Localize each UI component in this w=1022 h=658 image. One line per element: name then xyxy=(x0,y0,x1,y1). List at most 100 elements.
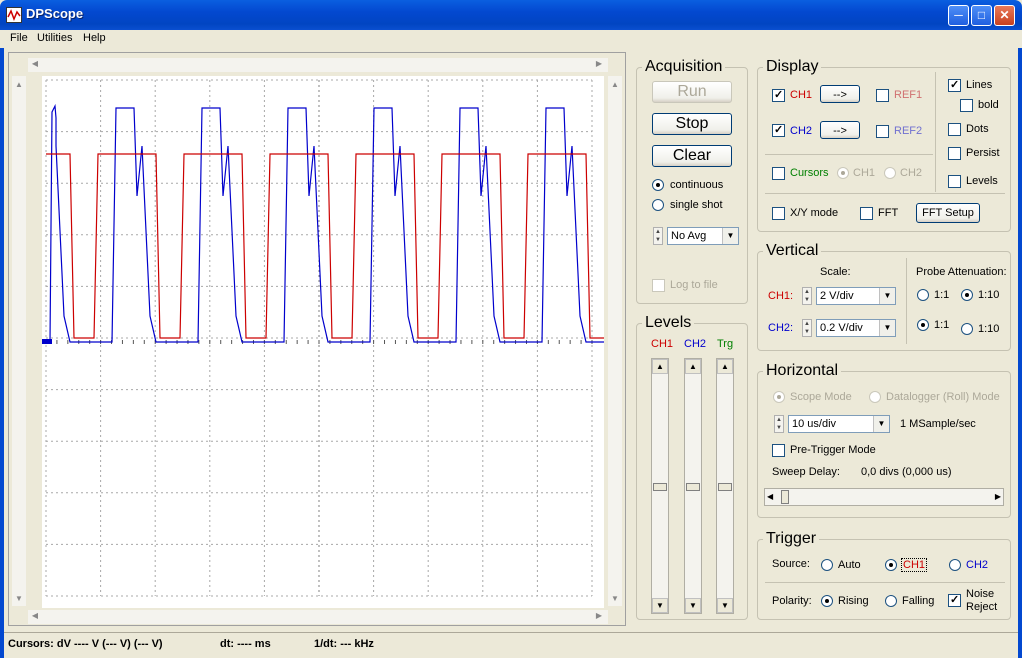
menu-utilities[interactable]: Utilities xyxy=(37,32,72,44)
scroll-right-icon[interactable]: ▶ xyxy=(594,611,604,620)
rising-label: Rising xyxy=(838,595,869,607)
lines-checkbox[interactable]: ✓ xyxy=(948,79,961,92)
probe-attenuation-label: Probe Attenuation: xyxy=(916,266,1007,278)
trigger-auto-radio[interactable] xyxy=(821,559,833,571)
slider-right-icon[interactable]: ▶ xyxy=(995,492,1001,501)
timebase-spinner[interactable]: ▲ ▼ xyxy=(774,415,784,433)
trigger-ch2-radio[interactable] xyxy=(949,559,961,571)
avg-spinner[interactable]: ▲ ▼ xyxy=(653,227,663,245)
slider-down-icon[interactable]: ▼ xyxy=(685,598,701,613)
slider-left-icon[interactable]: ◀ xyxy=(767,492,773,501)
menu-help[interactable]: Help xyxy=(83,32,106,44)
sweep-delay-slider[interactable]: ◀ ▶ xyxy=(764,488,1004,506)
rising-radio[interactable] xyxy=(821,595,833,607)
trigger-auto-label: Auto xyxy=(838,559,861,571)
ch2-level-slider[interactable]: ▲ ▼ xyxy=(684,358,702,614)
clear-button[interactable]: Clear xyxy=(652,145,732,167)
ch1-scale-select[interactable]: 2 V/div ▼ xyxy=(816,287,896,305)
minimize-button[interactable]: ─ xyxy=(948,5,969,26)
continuous-radio[interactable] xyxy=(652,179,664,191)
scope-hscroll-bottom[interactable] xyxy=(28,610,608,624)
cursor-ch1-label: CH1 xyxy=(853,167,876,179)
slider-down-icon[interactable]: ▼ xyxy=(652,598,668,613)
ch1-att-10-radio[interactable] xyxy=(961,289,973,301)
ch1-scale-spinner[interactable]: ▲ ▼ xyxy=(802,287,812,305)
ch2-scale-select[interactable]: 0.2 V/div ▼ xyxy=(816,319,896,337)
title-bar[interactable] xyxy=(0,0,1022,30)
cursor-ch2-radio[interactable] xyxy=(884,167,896,179)
slider-up-icon[interactable]: ▲ xyxy=(685,359,701,374)
pretrigger-label: Pre-Trigger Mode xyxy=(790,444,876,456)
sample-rate-label: 1 MSample/sec xyxy=(900,418,976,430)
stop-button[interactable]: Stop xyxy=(652,113,732,135)
scope-vscroll-right[interactable] xyxy=(608,76,622,606)
bold-label: bold xyxy=(978,99,999,111)
ch2-att-10-radio[interactable] xyxy=(961,323,973,335)
scroll-down-icon[interactable]: ▼ xyxy=(610,594,620,603)
xy-mode-label: X/Y mode xyxy=(790,207,839,219)
slider-thumb[interactable] xyxy=(781,490,789,504)
slider-up-icon[interactable]: ▲ xyxy=(652,359,668,374)
timebase-select[interactable]: 10 us/div ▼ xyxy=(788,415,890,433)
cursor-ch1-radio[interactable] xyxy=(837,167,849,179)
scope-vscroll-left[interactable] xyxy=(12,76,26,606)
dots-checkbox[interactable] xyxy=(948,123,961,136)
falling-radio[interactable] xyxy=(885,595,897,607)
run-button[interactable]: Run xyxy=(652,81,732,103)
slider-up-icon[interactable]: ▲ xyxy=(717,359,733,374)
maximize-button[interactable]: □ xyxy=(971,5,992,26)
ref2-label: REF2 xyxy=(894,125,923,137)
ref1-checkbox[interactable] xyxy=(876,89,889,102)
fft-checkbox[interactable] xyxy=(860,207,873,220)
ch1-level-slider[interactable]: ▲ ▼ xyxy=(651,358,669,614)
trigger-source-label: Source: xyxy=(772,558,810,570)
fft-setup-button[interactable]: FFT Setup xyxy=(916,203,980,223)
trigger-ch1-label: CH1 xyxy=(901,558,928,572)
ch2-scale-spinner[interactable]: ▲ ▼ xyxy=(802,319,812,337)
scope-mode-radio[interactable] xyxy=(773,391,785,403)
close-button[interactable]: ✕ xyxy=(994,5,1015,26)
trg-level-slider[interactable]: ▲ ▼ xyxy=(716,358,734,614)
persist-checkbox[interactable] xyxy=(948,147,961,160)
slider-down-icon[interactable]: ▼ xyxy=(717,598,733,613)
slider-thumb[interactable] xyxy=(718,483,732,491)
log-to-file-checkbox[interactable] xyxy=(652,279,665,292)
scope-display[interactable] xyxy=(42,76,654,608)
trigger-ch2-label: CH2 xyxy=(966,559,989,571)
slider-thumb[interactable] xyxy=(653,483,667,491)
trigger-ch1-radio[interactable] xyxy=(885,559,897,571)
ch1-ref-copy-button[interactable]: --> xyxy=(820,85,860,103)
ch1-display-checkbox[interactable]: ✓ xyxy=(772,89,785,102)
noise-reject-checkbox[interactable]: ✓ xyxy=(948,594,961,607)
ref2-checkbox[interactable] xyxy=(876,125,889,138)
status-cursors: Cursors: dV ---- V (--- V) (--- V) xyxy=(8,638,163,650)
acquisition-title: Acquisition xyxy=(642,58,726,76)
continuous-label: continuous xyxy=(670,179,724,191)
persist-label: Persist xyxy=(966,147,1000,159)
ch1-att-1-label: 1:1 xyxy=(934,289,950,301)
ch2-att-1-label: 1:1 xyxy=(934,319,950,331)
polarity-label: Polarity: xyxy=(772,595,812,607)
scroll-down-icon[interactable]: ▼ xyxy=(14,594,24,603)
menu-file[interactable]: File xyxy=(10,32,28,44)
falling-label: Falling xyxy=(902,595,935,607)
scroll-up-icon[interactable]: ▲ xyxy=(610,80,620,89)
scope-hscroll-top[interactable] xyxy=(28,58,608,72)
scroll-right-icon[interactable]: ▶ xyxy=(594,59,604,68)
scroll-up-icon[interactable]: ▲ xyxy=(14,80,24,89)
ch2-att-1-radio[interactable] xyxy=(917,319,929,331)
cursors-checkbox[interactable] xyxy=(772,167,785,180)
bold-checkbox[interactable] xyxy=(960,99,973,112)
ch1-att-1-radio[interactable] xyxy=(917,289,929,301)
single-shot-radio[interactable] xyxy=(652,199,664,211)
scroll-left-icon[interactable]: ◀ xyxy=(30,59,40,68)
pretrigger-checkbox[interactable] xyxy=(772,444,785,457)
ch2-display-checkbox[interactable]: ✓ xyxy=(772,124,785,137)
scroll-left-icon[interactable]: ◀ xyxy=(30,611,40,620)
slider-thumb[interactable] xyxy=(686,483,700,491)
ch2-ref-copy-button[interactable]: --> xyxy=(820,121,860,139)
datalogger-radio[interactable] xyxy=(869,391,881,403)
levels-checkbox[interactable] xyxy=(948,175,961,188)
avg-select[interactable]: No Avg ▼ xyxy=(667,227,739,245)
xy-mode-checkbox[interactable] xyxy=(772,207,785,220)
